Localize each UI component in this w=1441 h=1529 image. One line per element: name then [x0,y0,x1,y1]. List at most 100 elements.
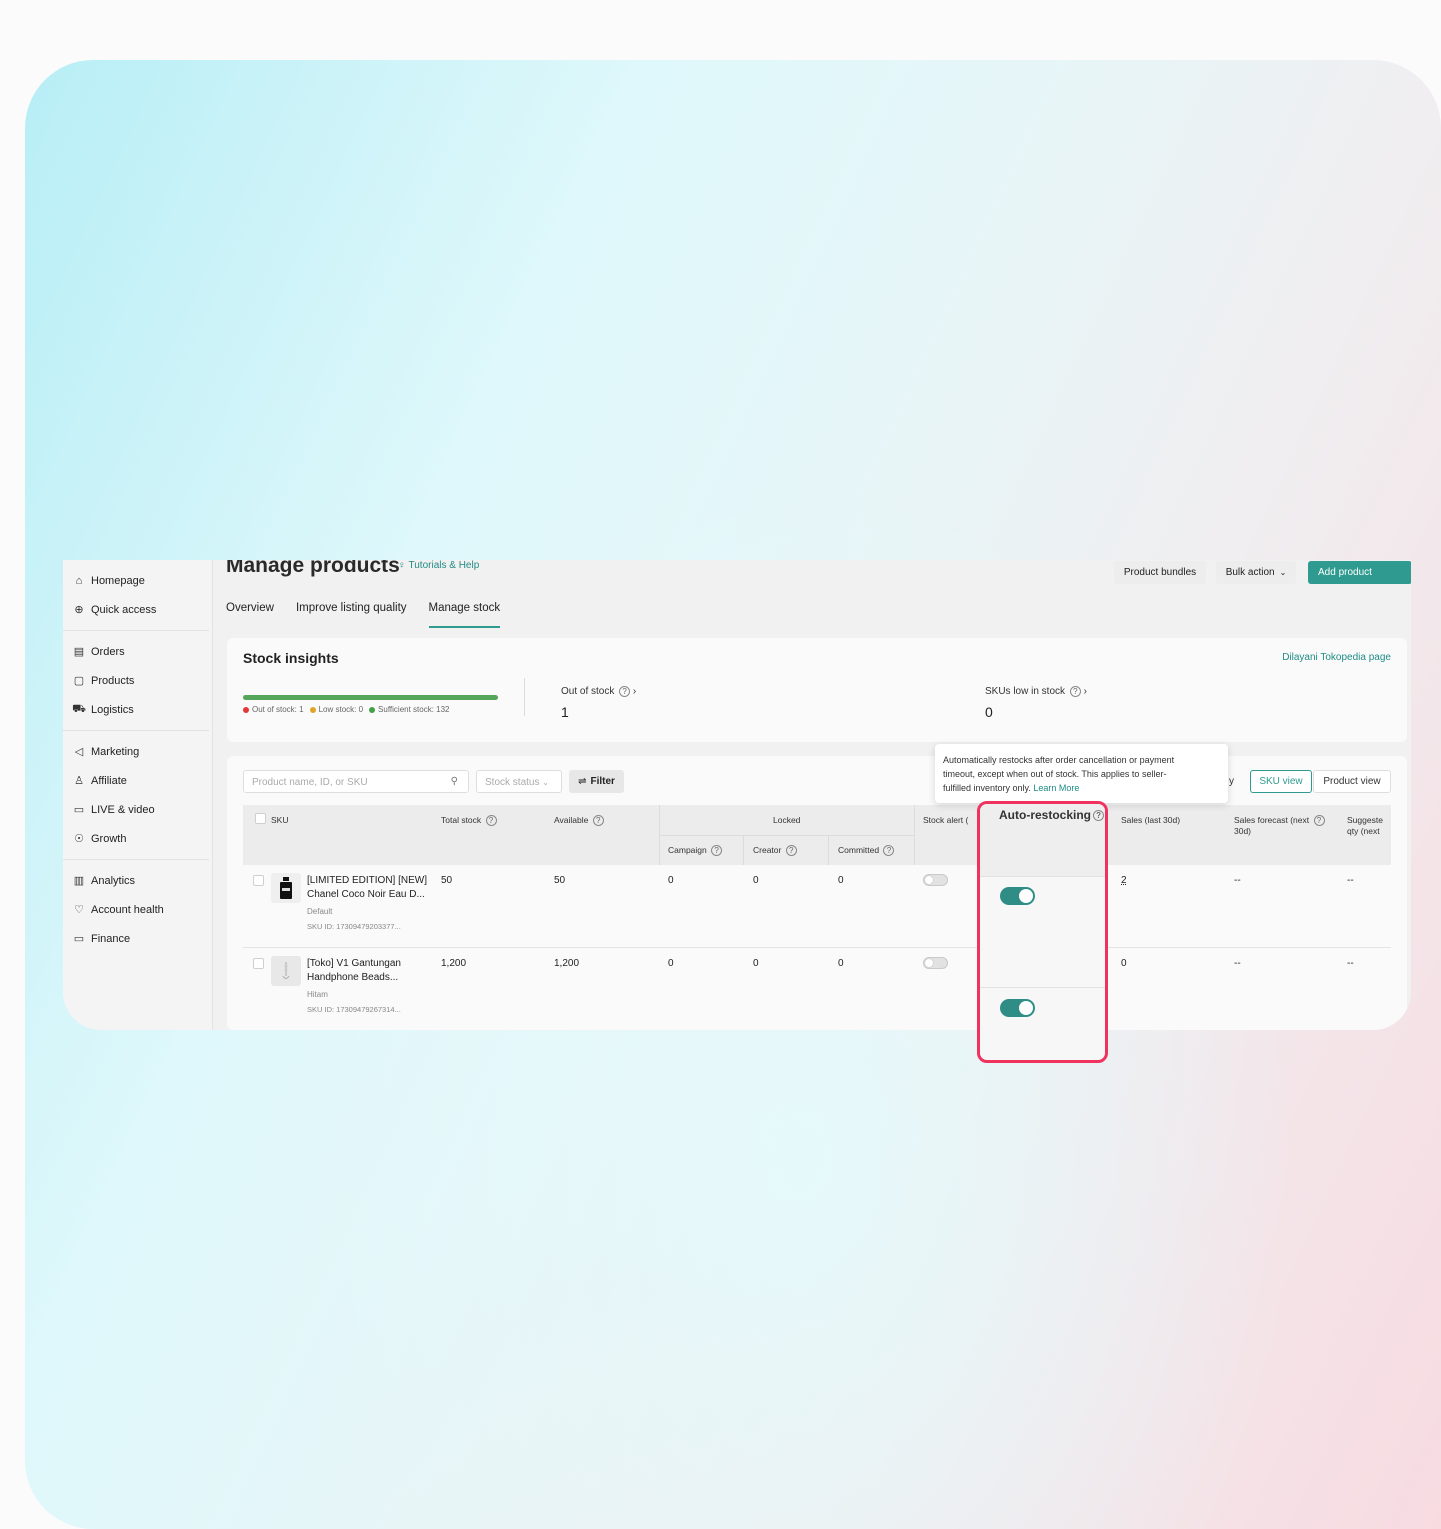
sidebar-item-label: Orders [91,645,125,658]
committed-value: 0 [838,875,844,886]
bulk-action-button[interactable]: Bulk action ⌄ [1216,561,1296,584]
tab-overview[interactable]: Overview [226,602,274,628]
row-checkbox[interactable] [253,958,264,969]
sidebar-item-analytics[interactable]: ▥ Analytics [63,866,209,895]
auto-restocking-tooltip: Automatically restocks after order cance… [935,744,1228,803]
low-stock-link[interactable]: SKUs low in stock ? › [985,686,1087,697]
product-thumbnail [271,956,301,986]
help-icon[interactable]: ? [1093,810,1105,822]
learn-more-link[interactable]: Learn More [1033,783,1079,793]
sidebar-item-marketing[interactable]: ◁ Marketing [63,737,209,766]
topbar: Manage products ♀ Tutorials & Help Produc… [226,560,1411,594]
committed-value: 0 [838,958,844,969]
total-stock-value: 50 [441,875,453,886]
auto-restocking-title: Auto-restocking? [999,808,1105,822]
sidebar-item-label: Logistics [91,703,134,716]
chart-icon: ▥ [73,875,85,887]
auto-restocking-toggle[interactable] [1000,999,1035,1017]
stock-insights-card: Stock insights Dilayani Tokopedia page O… [227,638,1407,742]
wallet-icon: ▭ [73,933,85,945]
sidebar-item-affiliate[interactable]: ♙ Affiliate [63,766,209,795]
sidebar-item-label: Products [91,674,135,687]
sidebar-item-orders[interactable]: ▤ Orders [63,637,209,666]
sidebar: ⌂ Homepage ⊕ Quick access ▤ Orders ▢ Products ⛟ L… [63,560,213,1030]
available-value: 50 [554,875,566,886]
tab-manage-stock[interactable]: Manage stock [428,602,500,628]
sales-value: 2 [1121,875,1127,886]
sidebar-item-homepage[interactable]: ⌂ Homepage [63,566,209,595]
forecast-value: -- [1234,875,1241,886]
sidebar-item-logistics[interactable]: ⛟ Logistics [63,695,209,724]
sidebar-group: ▥ Analytics ♡ Account health ▭ Finance [63,860,209,959]
legend-low-stock: Low stock: 0 [309,705,363,714]
table-row[interactable]: [LIMITED EDITION] [NEW] Chanel Coco Noir … [243,865,1391,948]
campaign-value: 0 [668,875,674,886]
tooltip-line: timeout, except when out of stock. This … [943,769,1167,779]
auto-restocking-header: Auto-restocking? [980,804,1105,876]
truck-icon: ⛟ [72,702,86,715]
select-all-checkbox[interactable] [255,813,266,824]
search-input[interactable]: Product name, ID, or SKU ⚲ [243,770,469,793]
sidebar-group: ◁ Marketing ♙ Affiliate ▭ LIVE & video ☉ Growth [63,731,209,860]
filter-icon: ⇌ [578,776,587,787]
header-suggested-qty: Suggeste qty (next [1347,815,1383,836]
header-sku: SKU [271,815,289,825]
stock-legend: Out of stock: 1 Low stock: 0 Sufficient … [243,705,450,714]
header-committed: Committed ? [838,845,895,857]
sidebar-item-finance[interactable]: ▭ Finance [63,924,209,953]
suggested-qty-value: -- [1347,958,1354,969]
main-content: Manage products ♀ Tutorials & Help Produc… [214,560,1411,1030]
tab-improve-listing-quality[interactable]: Improve listing quality [296,602,407,628]
sales-value: 0 [1121,958,1127,969]
sidebar-item-account-health[interactable]: ♡ Account health [63,895,209,924]
stock-progress-bar [243,695,498,700]
product-bundles-button[interactable]: Product bundles [1114,561,1206,584]
sidebar-item-label: Homepage [91,574,145,587]
header-sales: Sales (last 30d) [1121,815,1181,825]
product-name[interactable]: [LIMITED EDITION] [NEW] Chanel Coco Noir … [307,874,429,902]
sidebar-item-live-video[interactable]: ▭ LIVE & video [63,795,209,824]
sidebar-item-label: Marketing [91,745,140,758]
sidebar-item-growth[interactable]: ☉ Growth [63,824,209,853]
stock-status-select[interactable]: Stock status ⌄ [476,770,562,793]
campaign-value: 0 [668,958,674,969]
row-checkbox[interactable] [253,875,264,886]
out-of-stock-link[interactable]: Out of stock ? › [561,686,636,697]
lightbulb-icon: ♀ [398,560,406,571]
sidebar-group: ▤ Orders ▢ Products ⛟ Logistics [63,631,209,731]
product-name[interactable]: [Toko] V1 Gantungan Handphone Beads... [307,957,429,985]
suggested-qty-value: -- [1347,875,1354,886]
available-value: 1,200 [554,958,580,969]
tokopedia-page-link[interactable]: Dilayani Tokopedia page [1282,652,1391,663]
sidebar-item-quick-access[interactable]: ⊕ Quick access [63,595,209,624]
tutorials-label: Tutorials & Help [408,560,480,571]
tab-bar: Overview Improve listing quality Manage … [226,602,500,628]
add-product-button[interactable]: Add product [1308,561,1411,584]
creator-value: 0 [753,958,759,969]
low-stock-value: 0 [985,704,993,720]
sidebar-item-label: Account health [91,903,164,916]
stock-alert-toggle[interactable] [923,874,948,886]
tooltip-line: Automatically restocks after order cance… [943,755,1175,765]
stock-alert-toggle[interactable] [923,957,948,969]
out-of-stock-value: 1 [561,704,569,720]
clipped-button-label: y [1229,776,1234,787]
tutorials-link[interactable]: ♀ Tutorials & Help [398,560,479,571]
filter-button[interactable]: ⇌ Filter [569,770,624,793]
header-campaign: Campaign ? [668,845,723,857]
table-row[interactable]: [Toko] V1 Gantungan Handphone Beads... Hi… [243,948,1391,1030]
product-variant: Default [307,907,333,916]
total-stock-value: 1,200 [441,958,467,969]
header-total-stock: Total stock ? [441,815,497,827]
users-icon: ♙ [74,775,84,787]
sku-view-button[interactable]: SKU view [1250,770,1312,793]
page-title: Manage products [226,560,400,577]
sidebar-item-products[interactable]: ▢ Products [63,666,209,695]
auto-restocking-toggle[interactable] [1000,887,1035,905]
sidebar-group: ⌂ Homepage ⊕ Quick access [63,560,209,631]
orders-icon: ▤ [73,646,85,658]
sidebar-item-label: Analytics [91,874,136,887]
creator-value: 0 [753,875,759,886]
forecast-value: -- [1234,958,1241,969]
product-view-button[interactable]: Product view [1313,770,1391,793]
